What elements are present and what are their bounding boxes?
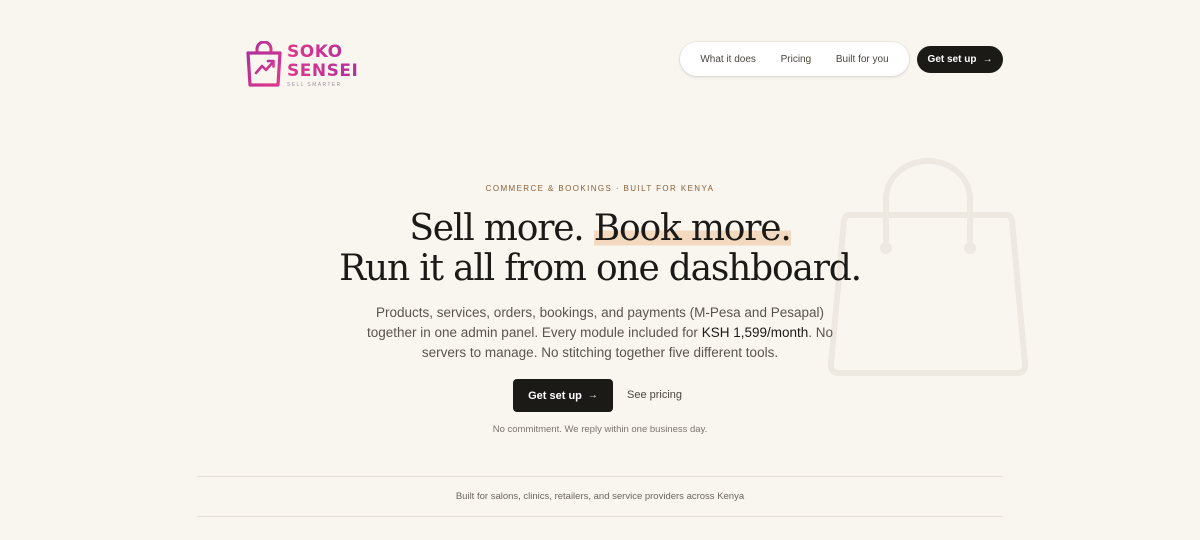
arrow-right-icon: → xyxy=(982,54,993,65)
hero-subtext: Products, services, orders, bookings, an… xyxy=(360,303,840,363)
brand-tagline: SELL SMARTER xyxy=(287,82,342,88)
header-get-set-up-button[interactable]: Get set up → xyxy=(917,46,1003,73)
main-nav: What it does Pricing Built for you xyxy=(680,42,909,76)
nav-link-what-it-does[interactable]: What it does xyxy=(700,54,756,65)
arrow-right-icon: → xyxy=(587,390,598,401)
headline-highlight: Book more. xyxy=(593,208,792,249)
headline-line-2: Run it all from one dashboard. xyxy=(339,248,862,289)
hero-fineprint: No commitment. We reply within one busin… xyxy=(492,424,708,435)
trust-divider-bottom xyxy=(197,516,1003,517)
nav-link-built-for-you[interactable]: Built for you xyxy=(836,54,889,65)
price-text: KSH 1,599/month xyxy=(701,325,809,340)
trust-divider-top xyxy=(197,476,1003,477)
hero-get-set-up-button[interactable]: Get set up → xyxy=(513,379,613,412)
brand-wordmark: SOKO SENSEI SELL SMARTER xyxy=(287,43,359,89)
hero-headline: Sell more. Book more. Run it all from on… xyxy=(0,208,1200,289)
nav-link-pricing[interactable]: Pricing xyxy=(781,54,812,65)
trust-strip-text: Built for salons, clinics, retailers, an… xyxy=(455,491,745,502)
shopping-bag-logo-icon xyxy=(246,41,282,87)
brand-line-2: SENSEI xyxy=(287,61,359,81)
hero-eyebrow: COMMERCE & BOOKINGS · BUILT FOR KENYA xyxy=(485,184,715,193)
header-cta-label: Get set up xyxy=(927,54,977,65)
brand-line-1: SOKO xyxy=(287,43,358,62)
brand-logo[interactable]: SOKO SENSEI SELL SMARTER xyxy=(245,41,358,89)
headline-part-1: Sell more. xyxy=(409,208,594,249)
see-pricing-link[interactable]: See pricing xyxy=(627,389,682,401)
hero-cta-label: Get set up xyxy=(528,389,582,402)
